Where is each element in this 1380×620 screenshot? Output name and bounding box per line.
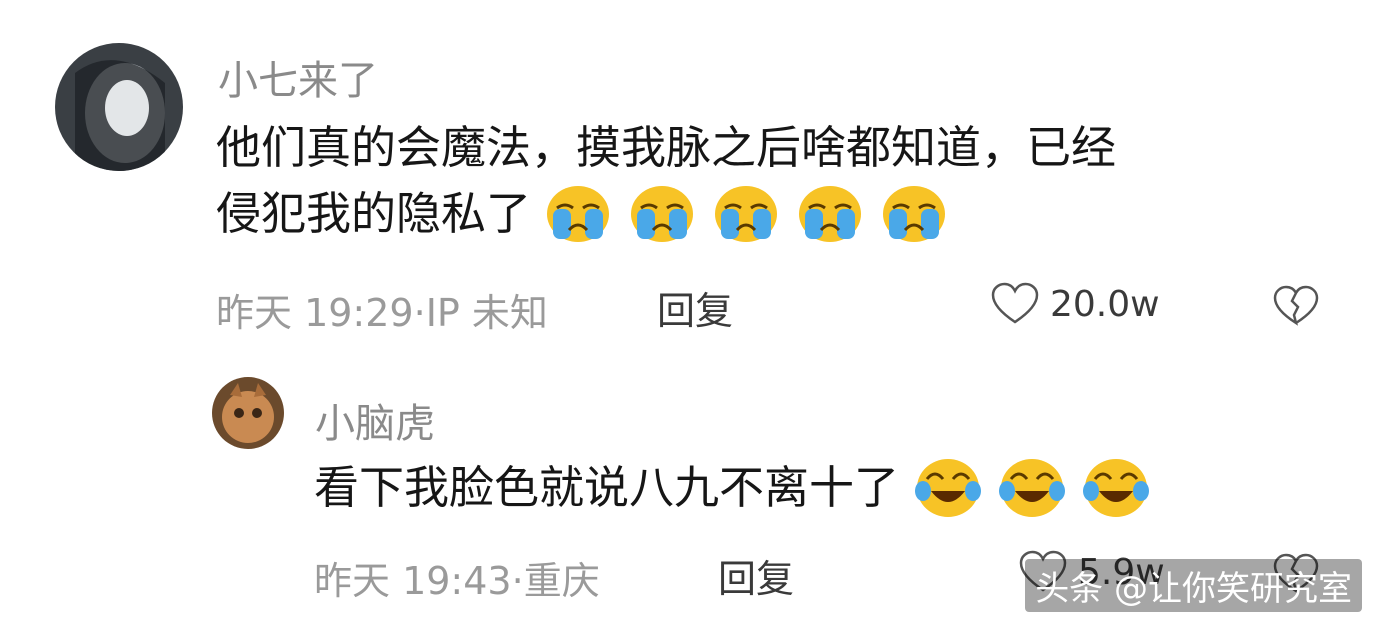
comment-text: 他们真的会魔法，摸我脉之后啥都知道，已经 侵犯我的隐私了	[216, 115, 1116, 247]
comment-meta: 昨天 19:29·IP 未知	[216, 282, 548, 337]
crying-face-icon	[715, 186, 778, 242]
meta-separator: ·	[413, 291, 426, 335]
tears-of-joy-icon	[915, 459, 982, 517]
tears-of-joy-icon	[999, 459, 1066, 517]
heart-icon	[991, 282, 1039, 324]
comment-text-line-2: 侵犯我的隐私了	[216, 181, 1116, 247]
crying-face-icon	[799, 186, 862, 242]
ip-location: 重庆	[523, 559, 600, 603]
tears-of-joy-icon	[1083, 459, 1150, 517]
meta-separator: ·	[511, 559, 524, 603]
timestamp: 昨天 19:43	[314, 559, 512, 603]
avatar[interactable]	[55, 43, 183, 171]
like-count: 20.0w	[1050, 283, 1160, 325]
broken-heart-icon[interactable]	[1272, 285, 1320, 327]
reply-button[interactable]: 回复	[718, 548, 794, 603]
like-button[interactable]: 20.0w	[990, 282, 1160, 326]
reply-button[interactable]: 回复	[657, 280, 733, 335]
username[interactable]: 小脑虎	[315, 391, 435, 449]
avatar[interactable]	[212, 377, 284, 449]
timestamp: 昨天 19:29	[216, 291, 414, 335]
comment-1: 小七来了 他们真的会魔法，摸我脉之后啥都知道，已经 侵犯我的隐私了 昨天 19:…	[0, 0, 1380, 350]
ip-location: IP 未知	[425, 291, 548, 335]
emoji-group	[909, 457, 1150, 519]
comment-meta: 昨天 19:43·重庆	[314, 550, 600, 605]
comment-text: 看下我脸色就说八九不离十了	[314, 455, 1150, 521]
crying-face-icon	[631, 186, 694, 242]
username[interactable]: 小七来了	[218, 48, 378, 106]
comment-text-line: 看下我脸色就说八九不离十了	[314, 461, 900, 514]
crying-face-icon	[547, 186, 610, 242]
comment-text-tail: 侵犯我的隐私了	[216, 187, 532, 240]
comment-text-line: 他们真的会魔法，摸我脉之后啥都知道，已经	[216, 121, 1117, 174]
crying-face-icon	[883, 186, 946, 242]
watermark: 头条 @让你笑研究室	[1025, 559, 1362, 612]
emoji-group	[539, 184, 947, 244]
